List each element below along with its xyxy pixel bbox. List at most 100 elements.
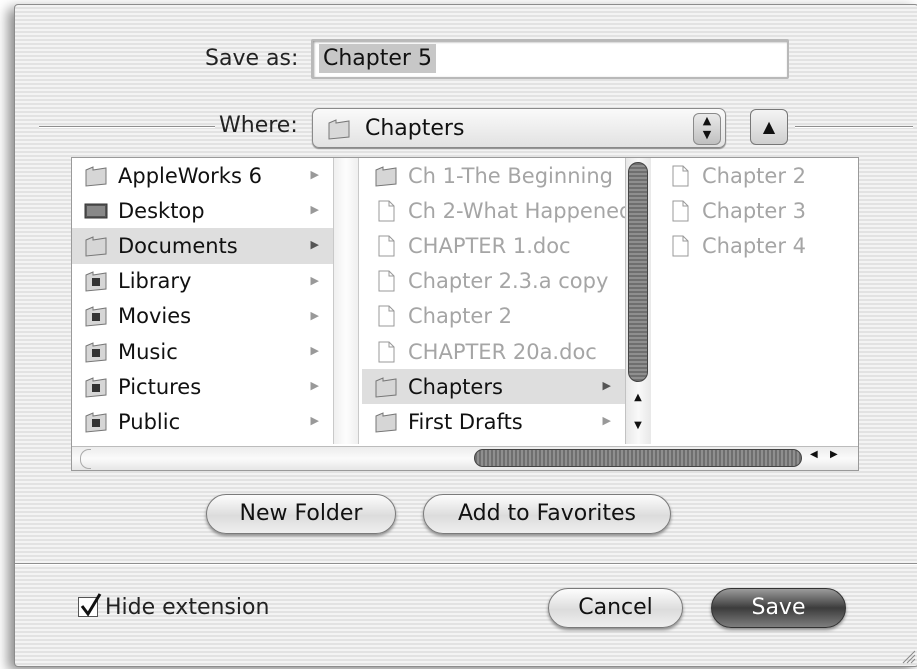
list-item[interactable]: Public ▶ xyxy=(72,404,333,439)
list-item[interactable]: Chapters ▶ xyxy=(362,369,625,405)
list-item-label: Chapter 2.3.a copy xyxy=(408,269,609,294)
list-item-label: Music xyxy=(118,339,178,364)
where-popup[interactable]: Chapters ▲ ▼ xyxy=(312,108,726,148)
horizontal-scroll-thumb[interactable] xyxy=(474,449,802,467)
column-browser[interactable]: AppleWorks 6 ▶ Desktop ▶ Documents ▶ Library ▶ M… xyxy=(71,157,859,471)
movies-folder-icon xyxy=(85,306,107,327)
list-item-label: Chapter 2 xyxy=(408,304,512,329)
list-item[interactable]: Desktop ▶ xyxy=(72,193,333,228)
list-item-label: Library xyxy=(118,269,192,294)
where-label: Where: xyxy=(219,113,298,138)
list-item-label: Chapter 2 xyxy=(702,163,806,188)
scroll-left-arrow[interactable]: ◀ xyxy=(810,449,818,460)
chevron-right-icon: ▶ xyxy=(310,308,319,322)
list-item[interactable]: Documents ▶ xyxy=(72,228,333,264)
folder-icon xyxy=(85,236,107,257)
divider-right xyxy=(795,126,913,128)
resize-grip-icon[interactable] xyxy=(900,648,916,664)
document-icon xyxy=(378,200,395,222)
list-item-label: CHAPTER 20a.doc xyxy=(408,339,597,364)
hide-extension-checkbox[interactable] xyxy=(78,593,102,617)
checkmark-icon xyxy=(80,593,102,617)
list-item[interactable]: Ch 2-What Happened xyxy=(362,193,625,228)
list-item-label: First Drafts xyxy=(408,409,523,434)
expand-toggle-button[interactable]: ▲ xyxy=(750,109,788,145)
document-icon xyxy=(378,305,395,327)
document-icon xyxy=(672,235,689,257)
list-item[interactable]: Library ▶ xyxy=(72,264,333,299)
list-item-label: Documents xyxy=(118,233,238,258)
list-item-label: Chapters xyxy=(408,374,503,399)
list-item[interactable]: Chapter 2.3.a copy xyxy=(362,264,625,299)
document-icon xyxy=(672,200,689,222)
chevron-right-icon: ▶ xyxy=(310,343,319,357)
chevron-right-icon: ▶ xyxy=(310,414,319,428)
scroll-right-arrow[interactable]: ▶ xyxy=(830,449,838,460)
pictures-folder-icon xyxy=(85,376,107,398)
vertical-scrollbar[interactable]: ▲ ▼ xyxy=(625,158,651,444)
updown-arrows-icon: ▲ ▼ xyxy=(693,113,721,145)
scroll-down-arrow[interactable]: ▼ xyxy=(629,420,647,431)
list-item[interactable]: Chapter 2 xyxy=(362,299,625,334)
folder-icon xyxy=(328,119,350,140)
column-documents: Ch 1-The Beginning Ch 2-What Happened CHAP… xyxy=(362,158,625,444)
add-to-favorites-button[interactable]: Add to Favorites xyxy=(423,494,671,534)
horizontal-scrollbar[interactable]: ◀ ▶ xyxy=(72,446,858,470)
divider-left xyxy=(39,126,215,128)
chevron-right-icon: ▶ xyxy=(310,168,319,181)
scroll-up-arrow[interactable]: ▲ xyxy=(629,392,647,403)
public-folder-icon xyxy=(85,412,107,433)
list-item[interactable]: Chapter 2 xyxy=(656,158,856,193)
list-item[interactable]: Ch 1-The Beginning xyxy=(362,158,625,193)
chevron-right-icon: ▶ xyxy=(310,379,319,393)
hide-extension-label: Hide extension xyxy=(105,595,270,620)
column-chapters: Chapter 2 Chapter 3 Chapter 4 xyxy=(656,158,856,444)
list-item-label: CHAPTER 1.doc xyxy=(408,233,571,258)
folder-icon xyxy=(375,165,397,187)
list-item-label: Chapter 4 xyxy=(702,233,806,258)
list-item[interactable]: CHAPTER 1.doc xyxy=(362,228,625,263)
chevron-right-icon: ▶ xyxy=(602,379,611,393)
document-icon xyxy=(378,235,395,257)
vertical-scroll-thumb[interactable] xyxy=(628,162,648,382)
chevron-right-icon: ▶ xyxy=(602,414,611,428)
folder-icon xyxy=(375,376,397,398)
new-folder-button[interactable]: New Folder xyxy=(206,494,396,534)
list-item[interactable]: Pictures ▶ xyxy=(72,369,333,404)
list-item-label: Ch 2-What Happened xyxy=(408,198,625,223)
list-item[interactable]: Movies ▶ xyxy=(72,299,333,334)
save-as-value: Chapter 5 xyxy=(319,44,436,73)
save-button[interactable]: Save xyxy=(711,588,846,628)
triangle-up-icon: ▲ xyxy=(762,117,776,136)
folder-icon xyxy=(85,165,107,187)
music-folder-icon xyxy=(85,341,107,363)
document-icon xyxy=(378,341,395,363)
list-item[interactable]: First Drafts ▶ xyxy=(362,404,625,439)
chevron-right-icon: ▶ xyxy=(310,238,319,252)
list-item-label: Pictures xyxy=(118,374,202,399)
list-item[interactable]: Chapter 4 xyxy=(656,228,856,263)
where-value: Chapters xyxy=(365,116,465,141)
save-as-label: Save as: xyxy=(205,46,299,71)
column-separator xyxy=(333,158,359,444)
chevron-right-icon: ▶ xyxy=(310,203,319,217)
list-item-label: AppleWorks 6 xyxy=(118,163,262,188)
save-dialog: Save as: Chapter 5 Where: Chapters ▲ ▼ ▲ … xyxy=(14,4,917,667)
scroll-track-cap xyxy=(80,449,91,469)
list-item[interactable]: CHAPTER 20a.doc xyxy=(362,334,625,369)
list-item-label: Ch 1-The Beginning xyxy=(408,163,613,188)
document-icon xyxy=(378,270,395,292)
document-icon xyxy=(672,165,689,187)
list-item[interactable]: Chapter 3 xyxy=(656,193,856,228)
list-item[interactable]: Music ▶ xyxy=(72,334,333,369)
list-item-label: Public xyxy=(118,409,181,434)
save-as-input[interactable]: Chapter 5 xyxy=(311,39,789,79)
column-home: AppleWorks 6 ▶ Desktop ▶ Documents ▶ Library ▶ M… xyxy=(72,158,333,444)
list-item[interactable]: AppleWorks 6 ▶ xyxy=(72,158,333,193)
desktop-icon xyxy=(84,203,108,219)
chevron-right-icon: ▶ xyxy=(310,273,319,287)
divider-bottom xyxy=(15,563,917,565)
list-item-label: Chapter 3 xyxy=(702,198,806,223)
list-item-label: Movies xyxy=(118,304,192,329)
cancel-button[interactable]: Cancel xyxy=(548,588,683,628)
